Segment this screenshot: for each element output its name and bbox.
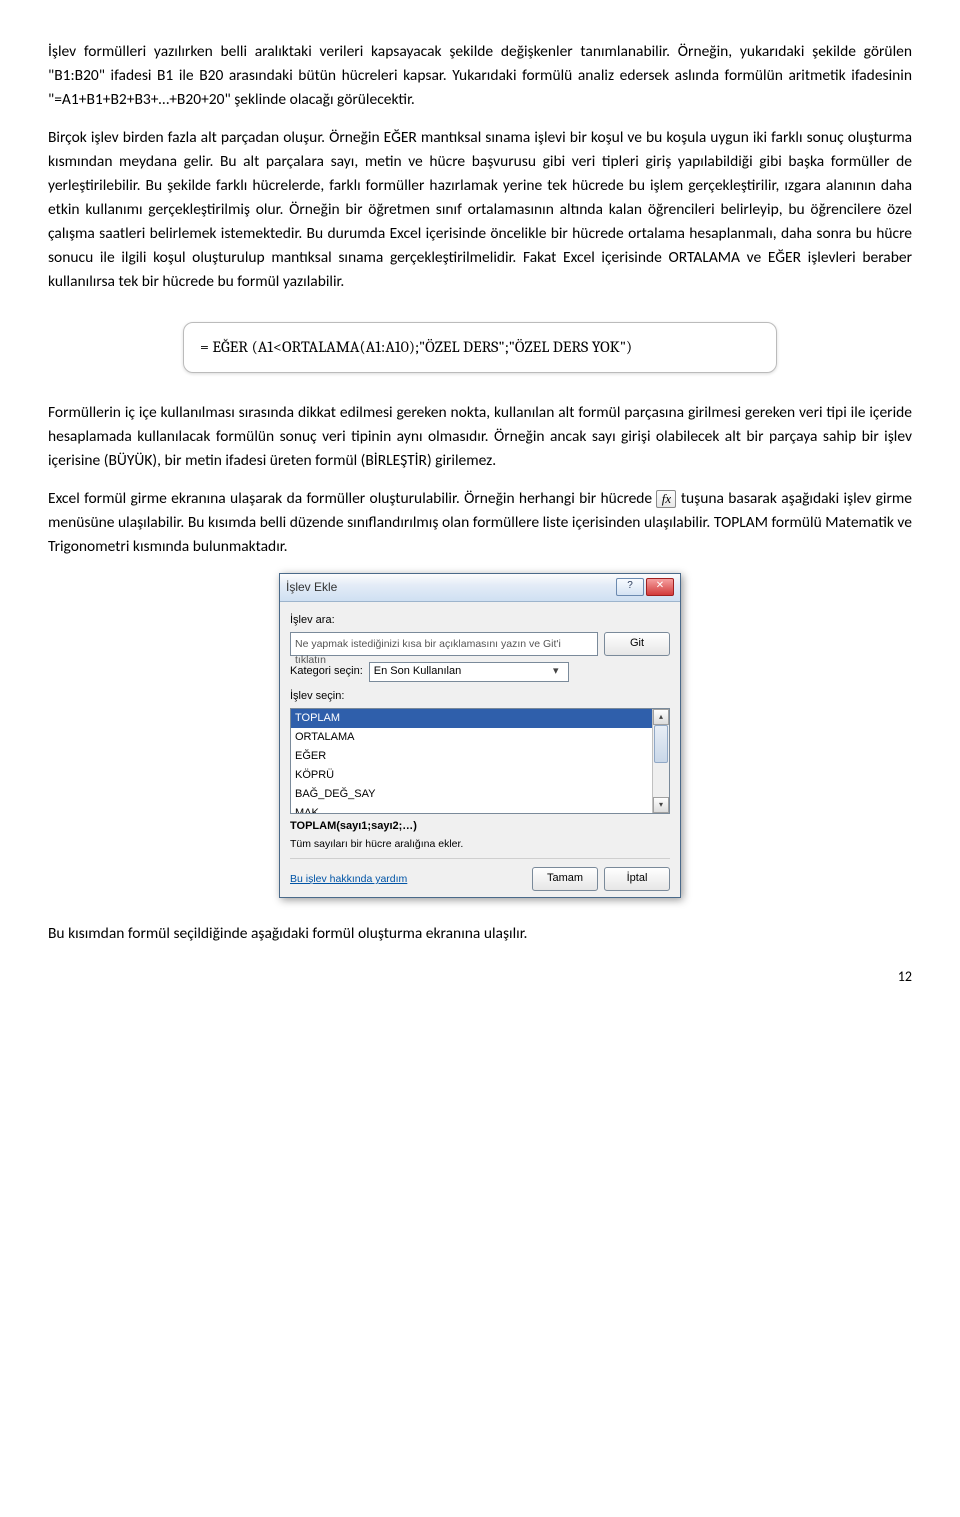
paragraph-4a: Excel formül girme ekranına ulaşarak da …	[48, 489, 656, 508]
paragraph-1: İşlev formülleri yazılırken belli aralık…	[48, 40, 912, 112]
dialog-title: İşlev Ekle	[286, 578, 337, 597]
list-item[interactable]: KÖPRÜ	[291, 766, 653, 785]
function-signature: TOPLAM(sayı1;sayı2;…)	[290, 818, 670, 835]
list-item[interactable]: TOPLAM	[291, 709, 653, 728]
scroll-down-icon[interactable]: ▾	[653, 797, 669, 813]
dialog-titlebar: İşlev Ekle ? ✕	[280, 574, 680, 602]
help-button[interactable]: ?	[616, 578, 644, 596]
formula-box: = EĞER (A1<ORTALAMA(A1:A10);"ÖZEL DERS";…	[183, 322, 777, 373]
chevron-down-icon: ▾	[548, 663, 564, 680]
list-item[interactable]: EĞER	[291, 747, 653, 766]
paragraph-4: Excel formül girme ekranına ulaşarak da …	[48, 487, 912, 559]
go-button[interactable]: Git	[604, 632, 670, 656]
formula-text: = EĞER (A1<ORTALAMA(A1:A10);"ÖZEL DERS";…	[200, 338, 632, 356]
scrollbar[interactable]: ▴ ▾	[652, 709, 669, 813]
list-item[interactable]: BAĞ_DEĞ_SAY	[291, 785, 653, 804]
paragraph-3: Formüllerin iç içe kullanılması sırasınd…	[48, 401, 912, 473]
list-item[interactable]: MAK	[291, 804, 653, 814]
function-description: Tüm sayıları bir hücre aralığına ekler.	[290, 836, 670, 852]
divider	[290, 858, 670, 859]
list-label: İşlev seçin:	[290, 688, 670, 705]
category-value: En Son Kullanılan	[374, 663, 461, 680]
scroll-up-icon[interactable]: ▴	[653, 709, 669, 725]
close-button[interactable]: ✕	[646, 578, 674, 596]
search-label: İşlev ara:	[290, 612, 670, 629]
insert-function-dialog: İşlev Ekle ? ✕ İşlev ara: Ne yapmak iste…	[279, 573, 681, 898]
list-item[interactable]: ORTALAMA	[291, 728, 653, 747]
function-listbox[interactable]: TOPLAM ORTALAMA EĞER KÖPRÜ BAĞ_DEĞ_SAY M…	[290, 708, 670, 814]
scroll-thumb[interactable]	[654, 725, 668, 763]
paragraph-2: Birçok işlev birden fazla alt parçadan o…	[48, 126, 912, 294]
page-number: 12	[48, 966, 912, 988]
ok-button[interactable]: Tamam	[532, 867, 598, 891]
cancel-button[interactable]: İptal	[604, 867, 670, 891]
category-select[interactable]: En Son Kullanılan ▾	[369, 662, 569, 682]
paragraph-5: Bu kısımdan formül seçildiğinde aşağıdak…	[48, 922, 912, 946]
fx-icon[interactable]: fx	[656, 490, 676, 508]
help-link[interactable]: Bu işlev hakkında yardım	[290, 871, 407, 887]
search-input[interactable]: Ne yapmak istediğinizi kısa bir açıklama…	[290, 632, 598, 656]
category-label: Kategori seçin:	[290, 663, 363, 680]
